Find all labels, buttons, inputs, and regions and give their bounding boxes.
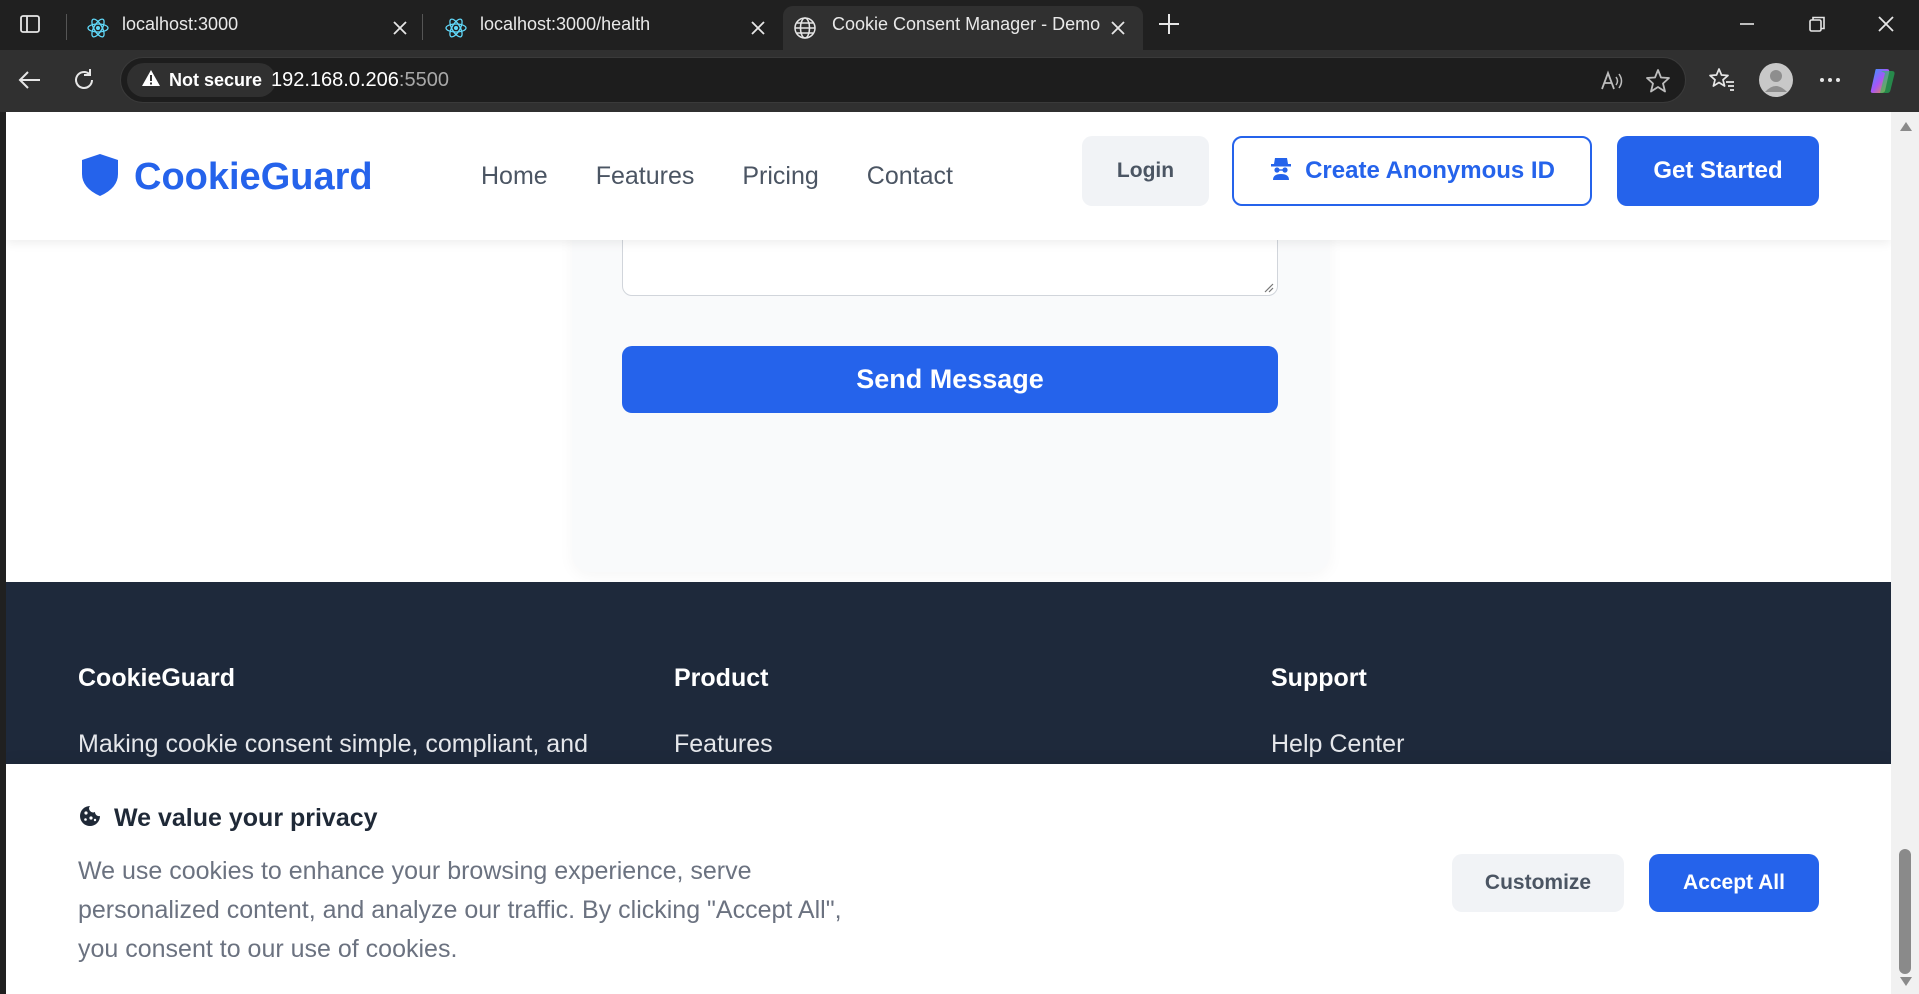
footer-col-product: Product Features <box>674 664 1074 763</box>
footer-col-title: CookieGuard <box>78 664 235 692</box>
footer-col-title: Product <box>674 664 769 692</box>
customize-button[interactable]: Customize <box>1452 854 1624 912</box>
minimize-icon[interactable] <box>1733 10 1761 38</box>
footer-link-help-center[interactable]: Help Center <box>1271 725 1671 763</box>
page-viewport: CookieGuard Home Features Pricing Contac… <box>6 112 1891 994</box>
brand-logo[interactable]: CookieGuard <box>78 152 373 203</box>
new-tab-icon[interactable] <box>1155 10 1183 38</box>
spy-icon <box>1269 155 1293 188</box>
tab-localhost[interactable]: localhost:3000 <box>70 6 415 50</box>
close-icon[interactable] <box>1106 16 1130 40</box>
create-anonymous-id-label: Create Anonymous ID <box>1305 157 1555 184</box>
site-header: CookieGuard Home Features Pricing Contac… <box>6 112 1891 240</box>
tab-title: localhost:3000 <box>122 14 239 34</box>
nav-link-home[interactable]: Home <box>481 162 548 191</box>
nav-link-features[interactable]: Features <box>596 162 695 191</box>
scrollbar-thumb[interactable] <box>1899 849 1911 974</box>
browser-tab-bar: localhost:3000 localhost:3000/health Coo… <box>0 0 1919 50</box>
react-icon <box>86 16 110 40</box>
tab-title: localhost:3000/health <box>480 14 651 34</box>
scroll-down-arrow-icon[interactable] <box>1900 977 1912 986</box>
favorite-star-icon[interactable] <box>1644 67 1672 95</box>
footer-col-title: Support <box>1271 664 1367 692</box>
shield-icon <box>78 152 122 203</box>
url-text[interactable]: 192.168.0.206:5500 <box>271 69 449 92</box>
tab-cookie-consent[interactable]: Cookie Consent Manager - Demo <box>783 6 1143 50</box>
tab-title: Cookie Consent Manager - Demo <box>832 14 1101 34</box>
react-icon <box>444 16 468 40</box>
back-arrow-icon[interactable] <box>15 65 45 95</box>
more-options-icon[interactable] <box>1815 65 1845 95</box>
cookie-banner-title: We value your privacy <box>114 804 378 832</box>
read-aloud-icon[interactable] <box>1597 67 1625 95</box>
cookie-consent-banner: We value your privacy We use cookies to … <box>6 764 1891 994</box>
warning-icon <box>141 68 161 93</box>
footer-link-features[interactable]: Features <box>674 725 1074 763</box>
tab-separator <box>66 14 67 40</box>
globe-icon <box>793 16 817 40</box>
close-window-icon[interactable] <box>1872 10 1900 38</box>
footer-col-support: Support Help Center <box>1271 664 1671 763</box>
close-icon[interactable] <box>746 16 770 40</box>
create-anonymous-id-button[interactable]: Create Anonymous ID <box>1232 136 1592 206</box>
scroll-up-arrow-icon[interactable] <box>1900 122 1912 131</box>
cookie-banner-header: We value your privacy <box>78 804 378 833</box>
close-icon[interactable] <box>388 16 412 40</box>
nav-link-pricing[interactable]: Pricing <box>742 162 818 191</box>
url-host: 192.168.0.206 <box>271 69 399 91</box>
get-started-button[interactable]: Get Started <box>1617 136 1819 206</box>
resize-grip-icon[interactable] <box>1262 280 1274 293</box>
copilot-icon[interactable] <box>1867 65 1897 95</box>
browser-toolbar: Not secure 192.168.0.206:5500 <box>0 50 1919 112</box>
url-port: :5500 <box>398 69 449 91</box>
footer-col-about: CookieGuard Making cookie consent simple… <box>78 664 638 763</box>
refresh-icon[interactable] <box>69 65 99 95</box>
cookie-icon <box>78 804 102 833</box>
tab-separator <box>422 14 423 40</box>
address-bar[interactable]: Not secure 192.168.0.206:5500 <box>120 57 1686 103</box>
main-nav: Home Features Pricing Contact <box>481 162 953 191</box>
page-scrollbar[interactable] <box>1891 112 1919 994</box>
security-label: Not secure <box>169 69 263 90</box>
send-message-button[interactable]: Send Message <box>622 346 1278 413</box>
tab-localhost-health[interactable]: localhost:3000/health <box>428 6 780 50</box>
accept-all-button[interactable]: Accept All <box>1649 854 1819 912</box>
security-indicator[interactable]: Not secure <box>127 63 277 97</box>
login-button[interactable]: Login <box>1082 136 1209 206</box>
restore-icon[interactable] <box>1803 10 1831 38</box>
nav-link-contact[interactable]: Contact <box>867 162 953 191</box>
favorites-icon[interactable] <box>1707 65 1737 95</box>
cookie-banner-text: We use cookies to enhance your browsing … <box>78 857 842 963</box>
footer-about-text: Making cookie consent simple, compliant,… <box>78 730 588 758</box>
profile-avatar-icon[interactable] <box>1759 63 1793 97</box>
brand-name: CookieGuard <box>134 156 373 198</box>
sidebar-toggle-icon[interactable] <box>18 12 42 36</box>
